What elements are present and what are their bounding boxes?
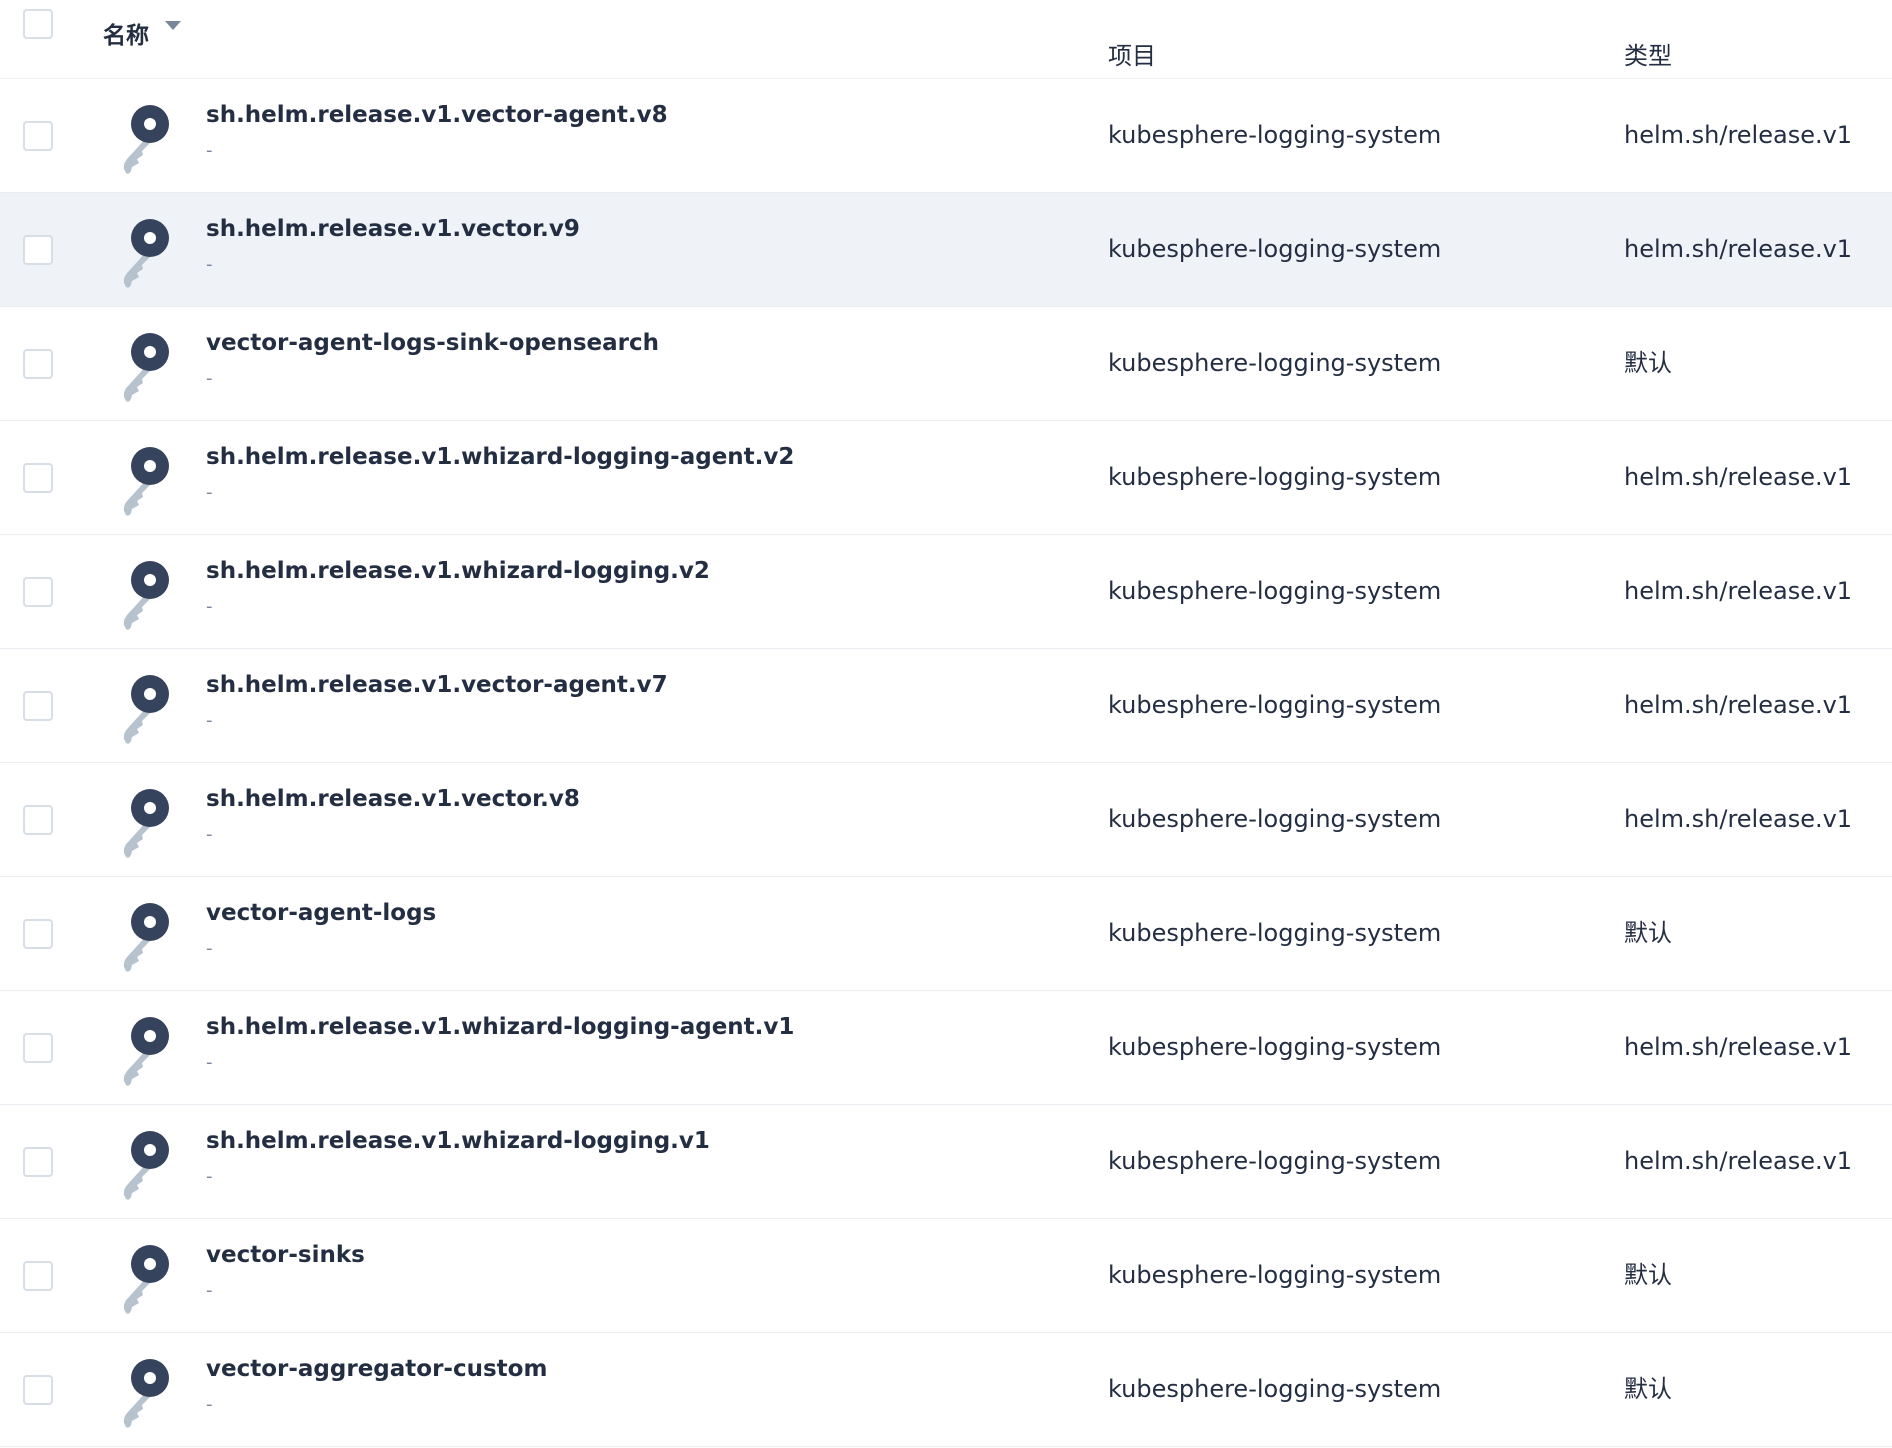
secret-type: helm.sh/release.v1 <box>1624 577 1853 605</box>
secret-type: helm.sh/release.v1 <box>1624 1033 1853 1061</box>
secret-description: - <box>206 1394 213 1415</box>
row-checkbox[interactable] <box>23 1147 53 1177</box>
secret-name-link[interactable]: vector-agent-logs <box>206 898 436 928</box>
secret-project: kubesphere-logging-system <box>1108 235 1442 263</box>
column-header-name[interactable]: 名称 <box>103 21 149 51</box>
key-icon <box>123 219 169 288</box>
table-row[interactable]: sh.helm.release.v1.vector-agent.v8 - kub… <box>0 79 1892 193</box>
secret-project: kubesphere-logging-system <box>1108 121 1442 149</box>
secret-description: - <box>206 938 213 959</box>
secret-name-link[interactable]: sh.helm.release.v1.whizard-logging.v2 <box>206 556 710 586</box>
key-icon <box>123 447 169 516</box>
secret-description: - <box>206 710 213 731</box>
secret-name-link[interactable]: sh.helm.release.v1.vector.v8 <box>206 784 580 814</box>
secret-type: helm.sh/release.v1 <box>1624 805 1853 833</box>
secret-project: kubesphere-logging-system <box>1108 1375 1442 1403</box>
secret-type: helm.sh/release.v1 <box>1624 1147 1853 1175</box>
table-row[interactable]: sh.helm.release.v1.whizard-logging.v1 - … <box>0 1105 1892 1219</box>
secret-project: kubesphere-logging-system <box>1108 1147 1442 1175</box>
secret-name-link[interactable]: sh.helm.release.v1.vector.v9 <box>206 214 580 244</box>
secret-name-link[interactable]: sh.helm.release.v1.vector-agent.v7 <box>206 670 668 700</box>
secret-project: kubesphere-logging-system <box>1108 1261 1442 1289</box>
secret-name-link[interactable]: sh.helm.release.v1.whizard-logging.v1 <box>206 1126 710 1156</box>
secret-project: kubesphere-logging-system <box>1108 463 1442 491</box>
key-icon <box>123 903 169 972</box>
secret-project: kubesphere-logging-system <box>1108 577 1442 605</box>
secret-description: - <box>206 1166 213 1187</box>
key-icon <box>123 1017 169 1086</box>
row-checkbox[interactable] <box>23 1261 53 1291</box>
table-row[interactable]: sh.helm.release.v1.whizard-logging-agent… <box>0 991 1892 1105</box>
table-body: sh.helm.release.v1.vector-agent.v8 - kub… <box>0 79 1892 1447</box>
row-checkbox[interactable] <box>23 1375 53 1405</box>
row-checkbox[interactable] <box>23 235 53 265</box>
table-row[interactable]: sh.helm.release.v1.vector-agent.v7 - kub… <box>0 649 1892 763</box>
secret-name-link[interactable]: sh.helm.release.v1.whizard-logging-agent… <box>206 1012 794 1042</box>
table-row[interactable]: vector-aggregator-custom - kubesphere-lo… <box>0 1333 1892 1447</box>
secret-project: kubesphere-logging-system <box>1108 691 1442 719</box>
table-row[interactable]: vector-agent-logs-sink-opensearch - kube… <box>0 307 1892 421</box>
secrets-table: 名称 项目 类型 sh.helm.release.v1.vector-agent… <box>0 0 1892 1448</box>
secret-name-link[interactable]: sh.helm.release.v1.vector-agent.v8 <box>206 100 668 130</box>
secret-description: - <box>206 1052 213 1073</box>
row-checkbox[interactable] <box>23 1033 53 1063</box>
key-icon <box>123 333 169 402</box>
secret-project: kubesphere-logging-system <box>1108 805 1442 833</box>
secret-type: helm.sh/release.v1 <box>1624 235 1853 263</box>
row-checkbox[interactable] <box>23 463 53 493</box>
row-checkbox[interactable] <box>23 805 53 835</box>
secret-type: 默认 <box>1624 919 1672 947</box>
column-header-project: 项目 <box>1108 42 1156 70</box>
table-row[interactable]: sh.helm.release.v1.whizard-logging-agent… <box>0 421 1892 535</box>
key-icon <box>123 789 169 858</box>
secret-name-link[interactable]: vector-aggregator-custom <box>206 1354 547 1384</box>
table-row[interactable]: vector-sinks - kubesphere-logging-system… <box>0 1219 1892 1333</box>
secret-project: kubesphere-logging-system <box>1108 1033 1442 1061</box>
key-icon <box>123 1359 169 1428</box>
secret-name-link[interactable]: vector-agent-logs-sink-opensearch <box>206 328 659 358</box>
secret-type: 默认 <box>1624 1261 1672 1289</box>
secret-type: helm.sh/release.v1 <box>1624 463 1853 491</box>
secret-type: 默认 <box>1624 1375 1672 1403</box>
table-row[interactable]: vector-agent-logs - kubesphere-logging-s… <box>0 877 1892 991</box>
row-checkbox[interactable] <box>23 919 53 949</box>
secret-type: helm.sh/release.v1 <box>1624 691 1853 719</box>
secret-description: - <box>206 824 213 845</box>
select-all-checkbox[interactable] <box>23 9 53 39</box>
secret-name-link[interactable]: sh.helm.release.v1.whizard-logging-agent… <box>206 442 794 472</box>
secret-type: 默认 <box>1624 349 1672 377</box>
row-checkbox[interactable] <box>23 121 53 151</box>
secret-type: helm.sh/release.v1 <box>1624 121 1853 149</box>
key-icon <box>123 675 169 744</box>
key-icon <box>123 561 169 630</box>
key-icon <box>123 1131 169 1200</box>
column-header-type: 类型 <box>1624 42 1672 70</box>
row-checkbox[interactable] <box>23 691 53 721</box>
secret-project: kubesphere-logging-system <box>1108 919 1442 947</box>
secret-description: - <box>206 254 213 275</box>
secret-description: - <box>206 482 213 503</box>
secret-name-link[interactable]: vector-sinks <box>206 1240 365 1270</box>
table-row[interactable]: sh.helm.release.v1.whizard-logging.v2 - … <box>0 535 1892 649</box>
caret-down-icon[interactable] <box>165 21 181 30</box>
secret-description: - <box>206 1280 213 1301</box>
table-row[interactable]: sh.helm.release.v1.vector.v8 - kubespher… <box>0 763 1892 877</box>
secret-project: kubesphere-logging-system <box>1108 349 1442 377</box>
key-icon <box>123 1245 169 1314</box>
row-checkbox[interactable] <box>23 577 53 607</box>
table-row[interactable]: sh.helm.release.v1.vector.v9 - kubespher… <box>0 193 1892 307</box>
secret-description: - <box>206 368 213 389</box>
table-header: 名称 项目 类型 <box>0 0 1892 79</box>
key-icon <box>123 105 169 174</box>
secret-description: - <box>206 596 213 617</box>
secret-description: - <box>206 140 213 161</box>
row-checkbox[interactable] <box>23 349 53 379</box>
